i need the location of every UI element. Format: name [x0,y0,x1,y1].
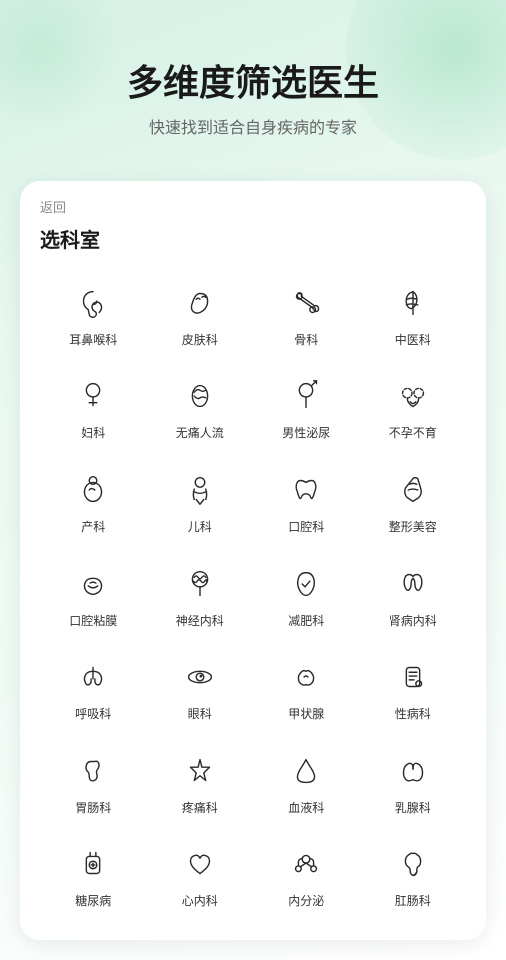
obstetrics-icon [69,466,117,514]
department-label: 不孕不育 [389,426,437,442]
infertility-icon [389,372,437,420]
department-label: 皮肤科 [182,333,218,349]
hero-title: 多维度筛选医生 [30,60,476,107]
department-item-skin[interactable]: 皮肤科 [147,269,254,359]
colorectal-icon [389,840,437,888]
department-item-cardiology[interactable]: 心内科 [147,830,254,920]
department-item-pain[interactable]: 疼痛科 [147,737,254,827]
department-item-male-urology[interactable]: 男性泌尿 [253,362,360,452]
thyroid-icon [282,653,330,701]
std-icon [389,653,437,701]
department-label: 心内科 [182,894,218,910]
department-label: 肾病内科 [389,614,437,630]
back-link[interactable]: 返回 [40,197,466,216]
diabetes-icon [69,840,117,888]
skin-icon [176,279,224,327]
department-label: 儿科 [188,520,212,536]
department-label: 减肥科 [288,614,324,630]
department-item-respiratory[interactable]: 呼吸科 [40,643,147,733]
painless-icon [176,372,224,420]
department-item-ophthalmology[interactable]: 眼科 [147,643,254,733]
department-label: 口腔科 [288,520,324,536]
department-item-cosmetic[interactable]: 整形美容 [360,456,467,546]
bone-icon [282,279,330,327]
department-item-painless[interactable]: 无痛人流 [147,362,254,452]
department-label: 中医科 [395,333,431,349]
pain-icon [176,747,224,795]
cardiology-icon [176,840,224,888]
ear-icon [69,279,117,327]
respiratory-icon [69,653,117,701]
hero-section: 多维度筛选医生 快速找到适合自身疾病的专家 [0,0,506,161]
department-item-diabetes[interactable]: 糖尿病 [40,830,147,920]
department-label: 口腔粘膜 [69,614,117,630]
card-title: 选科室 [40,224,466,253]
department-item-std[interactable]: 性病科 [360,643,467,733]
department-item-dental[interactable]: 口腔科 [253,456,360,546]
department-grid: 耳鼻喉科 皮肤科 骨科 中医科妇科 无痛人流 男性泌尿 不孕不育产科 儿科 口腔科 整形美容口腔粘… [40,269,466,920]
dental-icon [282,466,330,514]
department-item-gastro[interactable]: 胃肠科 [40,737,147,827]
department-label: 甲状腺 [288,707,324,723]
department-item-gynecology[interactable]: 妇科 [40,362,147,452]
neurology-icon [176,560,224,608]
department-item-colorectal[interactable]: 肛肠科 [360,830,467,920]
department-label: 内分泌 [288,894,324,910]
department-label: 整形美容 [389,520,437,536]
hero-subtitle: 快速找到适合自身疾病的专家 [30,117,476,141]
department-label: 血液科 [288,801,324,817]
department-item-endocrine[interactable]: 内分泌 [253,830,360,920]
department-item-obstetrics[interactable]: 产科 [40,456,147,546]
gynecology-icon [69,372,117,420]
weight-loss-icon [282,560,330,608]
gastro-icon [69,747,117,795]
department-item-infertility[interactable]: 不孕不育 [360,362,467,452]
male-urology-icon [282,372,330,420]
endocrine-icon [282,840,330,888]
department-label: 妇科 [81,426,105,442]
department-item-ear[interactable]: 耳鼻喉科 [40,269,147,359]
department-label: 男性泌尿 [282,426,330,442]
department-item-bone[interactable]: 骨科 [253,269,360,359]
department-label: 呼吸科 [75,707,111,723]
department-item-blood[interactable]: 血液科 [253,737,360,827]
oral-mucosa-icon [69,560,117,608]
ophthalmology-icon [176,653,224,701]
department-label: 肛肠科 [395,894,431,910]
department-label: 眼科 [188,707,212,723]
department-label: 疼痛科 [182,801,218,817]
department-item-oral-mucosa[interactable]: 口腔粘膜 [40,550,147,640]
department-label: 乳腺科 [395,801,431,817]
department-item-tcm[interactable]: 中医科 [360,269,467,359]
department-item-weight-loss[interactable]: 减肥科 [253,550,360,640]
department-label: 无痛人流 [176,426,224,442]
blood-icon [282,747,330,795]
department-item-pediatrics[interactable]: 儿科 [147,456,254,546]
department-label: 耳鼻喉科 [69,333,117,349]
cosmetic-icon [389,466,437,514]
department-item-neurology[interactable]: 神经内科 [147,550,254,640]
pediatrics-icon [176,466,224,514]
department-label: 胃肠科 [75,801,111,817]
department-item-nephrology[interactable]: 肾病内科 [360,550,467,640]
department-item-breast[interactable]: 乳腺科 [360,737,467,827]
breast-icon [389,747,437,795]
department-item-thyroid[interactable]: 甲状腺 [253,643,360,733]
department-label: 神经内科 [176,614,224,630]
department-label: 性病科 [395,707,431,723]
nephrology-icon [389,560,437,608]
tcm-icon [389,279,437,327]
department-label: 糖尿病 [75,894,111,910]
department-card: 返回 选科室 耳鼻喉科 皮肤科 骨科 中医科妇科 无痛人流 男性泌尿 不孕不育产科 儿科 口腔科… [20,181,486,940]
department-label: 产科 [81,520,105,536]
department-label: 骨科 [294,333,318,349]
